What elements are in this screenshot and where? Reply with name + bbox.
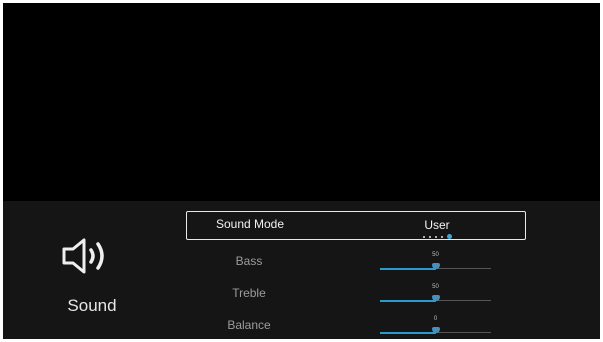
page-dot [441,236,443,238]
treble-row[interactable]: Treble 50 [186,279,526,307]
bass-slider[interactable]: 50 [380,250,491,274]
sound-mode-row[interactable]: Sound Mode User [186,211,526,240]
page-dot [435,236,437,238]
treble-slider[interactable]: 50 [380,282,491,306]
sound-mode-value: User [424,218,450,232]
sound-category: Sound [38,236,146,326]
slider-value: 50 [432,284,439,290]
treble-label: Treble [232,286,266,300]
page-dot-active [447,234,452,239]
slider-thumb[interactable] [431,327,440,333]
slider-value: 50 [432,252,439,258]
category-label: Sound [67,296,117,315]
balance-label: Balance [227,318,271,332]
balance-slider[interactable]: 0 [380,314,491,338]
sound-mode-label: Sound Mode [215,217,285,231]
slider-fill [380,300,436,302]
slider-thumb[interactable] [431,295,440,301]
page-dot [423,236,425,238]
bass-label: Bass [235,254,263,268]
balance-row[interactable]: Balance 0 [186,311,526,339]
slider-thumb[interactable] [431,263,440,269]
sound-mode-page-indicator [423,234,453,240]
slider-fill [380,332,436,334]
slider-value: 0 [433,316,438,322]
slider-fill [380,268,436,270]
bass-row[interactable]: Bass 50 [186,247,526,275]
page-dot [429,236,431,238]
speaker-volume-icon [62,238,104,274]
